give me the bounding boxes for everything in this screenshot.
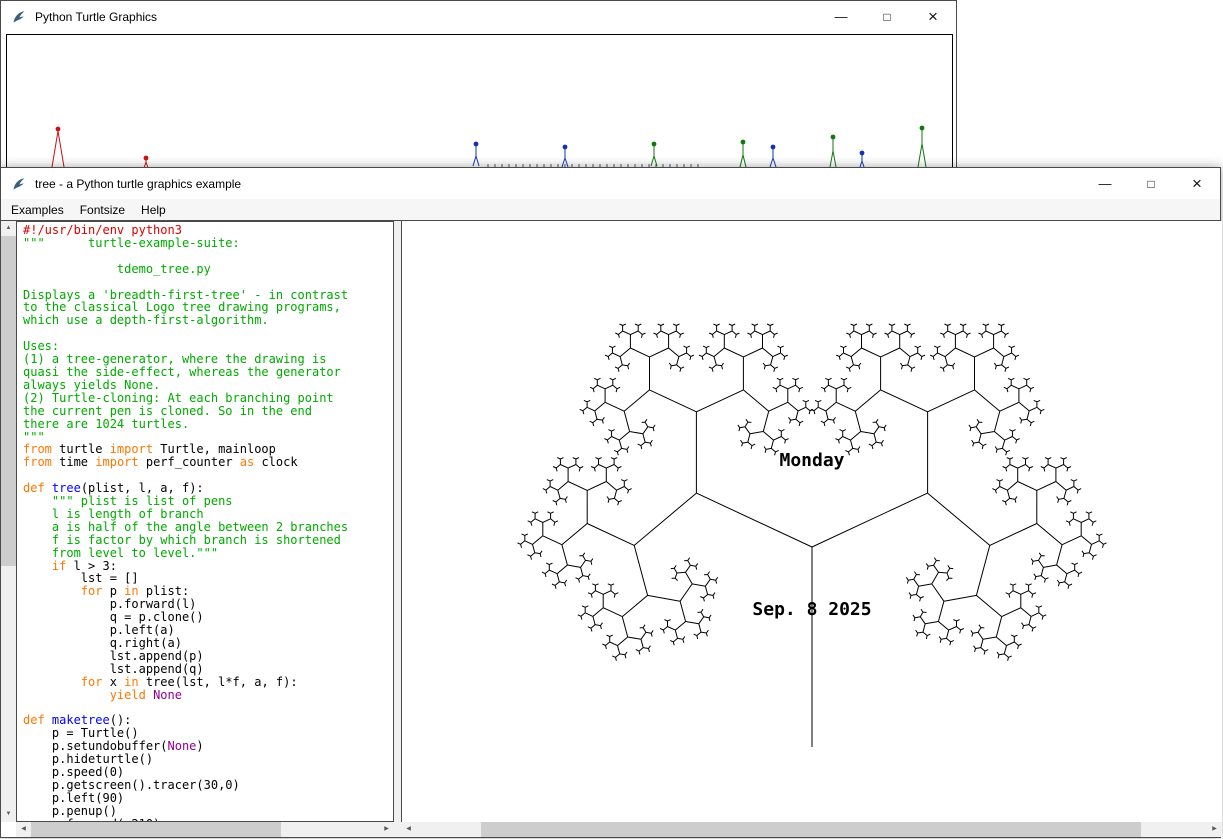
front-window: tree - a Python turtle graphics example … <box>0 167 1221 838</box>
code-text: #!/usr/bin/env python3""" turtle-example… <box>23 224 393 822</box>
back-window-controls: — □ × <box>818 1 956 32</box>
turtle-figure <box>918 126 926 167</box>
turtle-figure <box>770 145 776 167</box>
app-icon <box>11 9 27 25</box>
canvas-label: Monday <box>779 450 844 471</box>
menu-fontsize[interactable]: Fontsize <box>72 201 133 219</box>
front-window-title: tree - a Python turtle graphics example <box>35 177 241 191</box>
menu-help[interactable]: Help <box>133 201 174 219</box>
turtle-figure <box>562 145 568 167</box>
scroll-right-icon[interactable]: ▶ <box>379 822 394 837</box>
scroll-left-icon[interactable]: ◀ <box>401 822 416 837</box>
close-button[interactable]: × <box>1174 168 1220 199</box>
minimize-button[interactable]: — <box>818 1 864 32</box>
code-vertical-scrollbar[interactable]: ▲ ▼ <box>1 221 16 822</box>
back-window-titlebar[interactable]: Python Turtle Graphics — □ × <box>1 1 956 32</box>
menubar: Examples Fontsize Help <box>1 199 1220 220</box>
desktop: Python Turtle Graphics — □ × tree - a Py… <box>0 0 1223 839</box>
code-hscroll-thumb[interactable] <box>31 822 281 837</box>
front-window-titlebar[interactable]: tree - a Python turtle graphics example … <box>1 168 1220 199</box>
scroll-down-icon[interactable]: ▼ <box>1 807 16 822</box>
maximize-button[interactable]: □ <box>864 1 910 32</box>
canvas-label: Sep. 8 2025 <box>752 599 871 620</box>
app-icon <box>11 176 27 192</box>
tree-canvas-svg: Monday Sep. 8 2025 <box>402 221 1222 822</box>
close-button[interactable]: × <box>910 1 956 32</box>
scroll-right-icon[interactable]: ▶ <box>1207 822 1222 837</box>
pane-divider[interactable] <box>394 221 401 837</box>
code-horizontal-scrollbar[interactable]: ◀ ▶ <box>16 822 394 837</box>
maximize-button[interactable]: □ <box>1128 168 1174 199</box>
turtle-figure <box>651 142 657 166</box>
vscroll-thumb[interactable] <box>1 236 16 566</box>
minimize-button[interactable]: — <box>1082 168 1128 199</box>
fractal-tree-path <box>518 324 1107 747</box>
canvas-hscroll-thumb[interactable] <box>481 822 1141 837</box>
scroll-up-icon[interactable]: ▲ <box>1 221 16 236</box>
back-window-title: Python Turtle Graphics <box>35 10 157 24</box>
turtle-figure <box>473 142 479 166</box>
drawing-canvas: Monday Sep. 8 2025 <box>401 221 1222 822</box>
turtle-figure <box>830 135 836 167</box>
menu-examples[interactable]: Examples <box>3 201 72 219</box>
turtle-figure <box>740 140 746 167</box>
code-pane[interactable]: #!/usr/bin/env python3""" turtle-example… <box>16 221 394 822</box>
turtle-figure <box>860 151 865 167</box>
front-window-controls: — □ × <box>1082 168 1220 199</box>
canvas-horizontal-scrollbar[interactable]: ◀ ▶ <box>401 822 1222 837</box>
scroll-left-icon[interactable]: ◀ <box>16 822 31 837</box>
turtle-figure <box>52 127 64 167</box>
